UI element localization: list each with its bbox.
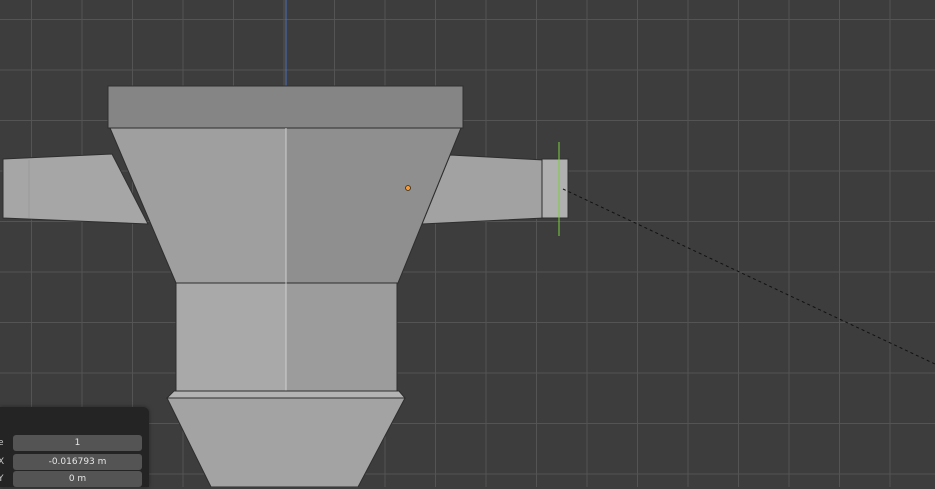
property-row: X -0.016793 m — [0, 454, 149, 472]
property-field-value[interactable]: 1 — [13, 435, 142, 451]
adjust-last-operation-panel[interactable]: e 1 X -0.016793 m Y 0 m — [0, 407, 149, 487]
property-row: Y 0 m — [0, 471, 149, 489]
property-label: e — [0, 438, 4, 448]
neck-right-face[interactable] — [285, 282, 398, 392]
object-origin-dot — [405, 185, 411, 191]
top-cap[interactable] — [107, 85, 464, 129]
property-field-x[interactable]: -0.016793 m — [13, 454, 142, 470]
property-label: Y — [0, 474, 4, 484]
property-label: X — [0, 457, 5, 467]
lower-cone[interactable] — [166, 397, 406, 487]
lower-ring[interactable] — [165, 390, 407, 399]
right-arm-end-cap[interactable] — [541, 158, 569, 219]
neck-left-face[interactable] — [175, 282, 287, 392]
property-field-y[interactable]: 0 m — [13, 471, 142, 487]
transform-dashed-line — [562, 188, 935, 365]
property-row: e 1 — [0, 435, 149, 453]
